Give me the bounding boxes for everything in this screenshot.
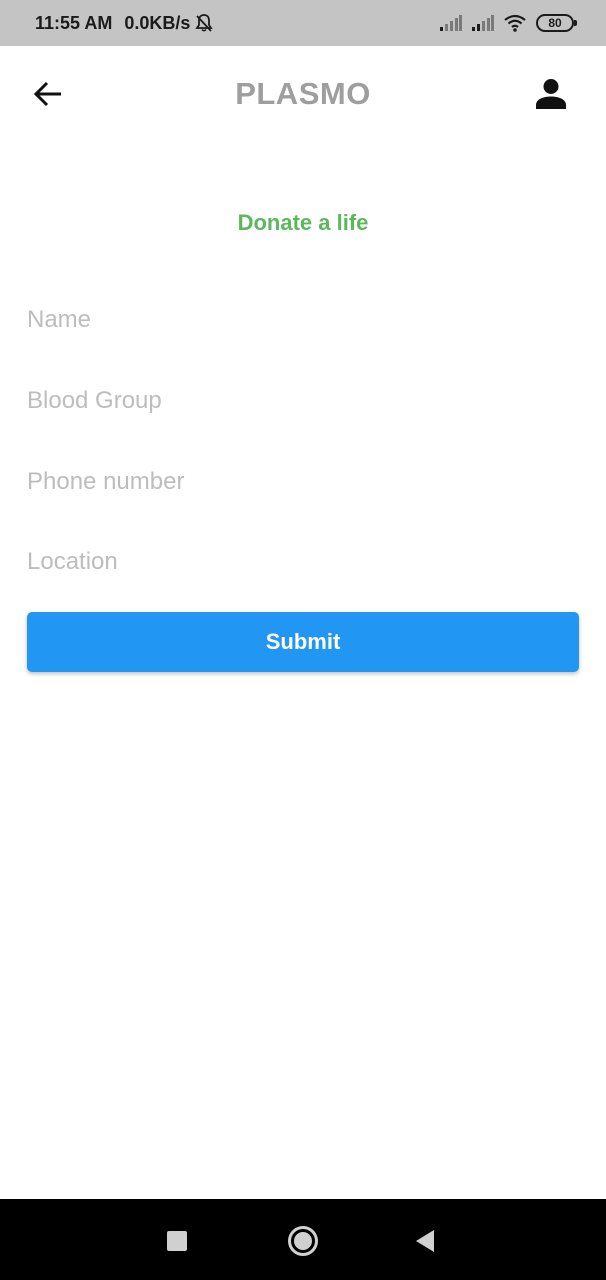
recents-icon[interactable] xyxy=(167,1231,187,1251)
location-input[interactable] xyxy=(27,540,579,584)
name-input[interactable] xyxy=(27,298,579,342)
back-icon[interactable] xyxy=(416,1230,434,1252)
blood-group-input[interactable] xyxy=(27,379,579,423)
submit-button[interactable]: Submit xyxy=(27,612,579,672)
status-left: 11:55 AM 0.0KB/s xyxy=(35,13,214,34)
page-subtitle: Donate a life xyxy=(237,210,369,235)
status-bar: 11:55 AM 0.0KB/s 80 xyxy=(0,0,606,46)
wifi-icon xyxy=(504,14,526,32)
profile-button[interactable] xyxy=(530,74,572,114)
person-icon xyxy=(536,79,566,109)
battery-icon: 80 xyxy=(536,14,577,32)
app-title: PLASMO xyxy=(235,76,371,111)
status-time: 11:55 AM xyxy=(35,12,113,33)
system-nav-bar xyxy=(0,1199,606,1280)
app-bar: PLASMO xyxy=(0,46,606,142)
status-right: 80 xyxy=(430,14,577,32)
screen: 11:55 AM 0.0KB/s 80 PLASMO Donate a life… xyxy=(0,0,606,1280)
bell-off-icon xyxy=(194,13,214,33)
network-speed: 0.0KB/s xyxy=(124,12,191,33)
phone-number-input[interactable] xyxy=(27,460,579,504)
signal-icon xyxy=(440,15,462,31)
battery-level: 80 xyxy=(548,16,562,30)
home-icon[interactable] xyxy=(288,1226,318,1256)
signal-icon xyxy=(472,15,494,31)
